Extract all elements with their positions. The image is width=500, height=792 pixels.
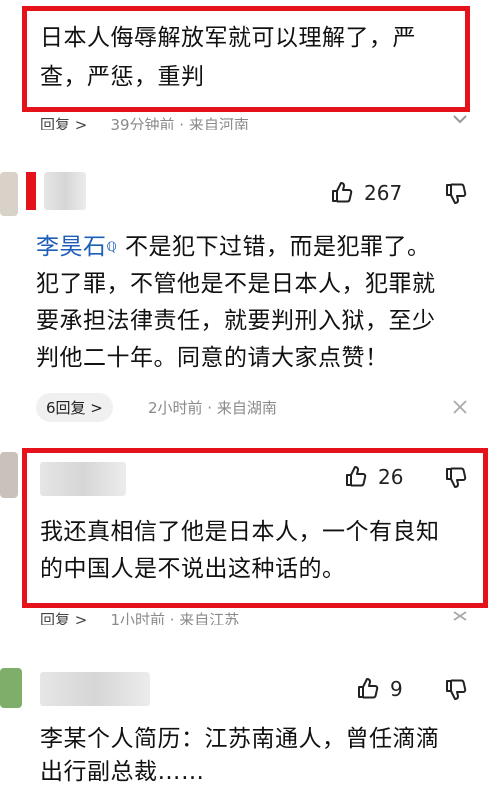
comment-4-text-line-2: 出行副总裁…… — [40, 759, 205, 785]
red-mark — [26, 172, 36, 210]
comment-1-meta-row: 回复 > 39分钟前 · 来自河南 — [40, 114, 420, 130]
more-icon[interactable] — [452, 399, 468, 415]
avatar[interactable] — [0, 668, 22, 708]
comment-1-text-line-1: 日本人侮辱解放军就可以理解了，严 — [40, 25, 416, 51]
comment-3-meta-row: 回复 > 1小时前 · 来自江苏 — [40, 609, 420, 625]
comment-1-meta: 39分钟前 · 来自河南 — [110, 116, 249, 130]
comment-2-line-1: 李昊石ℚ 不是犯下过错，而是犯罪了。 — [36, 229, 431, 266]
like-count: 26 — [378, 465, 404, 489]
search-icon[interactable]: ℚ — [107, 240, 118, 255]
replies-button[interactable]: 6回复 > — [36, 393, 113, 422]
comment-4-text-line-1: 李某个人简历：江苏南通人，曾任滴滴 — [40, 726, 440, 752]
like-icon[interactable] — [330, 180, 354, 204]
author-name[interactable]: 李昊石 — [36, 234, 107, 260]
dislike-icon[interactable] — [444, 678, 468, 702]
like-icon[interactable] — [356, 676, 380, 700]
more-icon[interactable] — [452, 114, 468, 126]
like-count: 267 — [364, 181, 403, 205]
dislike-icon[interactable] — [444, 466, 468, 490]
comment-2-line-3: 要承担法律责任，就要判刑入狱，至少 — [36, 308, 436, 334]
comment-2-line-2: 犯了罪，不管他是不是日本人，犯罪就 — [36, 271, 436, 297]
comment-1-text-line-2: 查，严惩，重判 — [40, 64, 205, 90]
more-icon[interactable] — [452, 610, 468, 622]
comment-2-meta: 2小时前 · 来自湖南 — [148, 399, 277, 417]
like-icon[interactable] — [344, 464, 368, 488]
avatar[interactable] — [0, 452, 18, 498]
comment-2-text-inline: 不是犯下过错，而是犯罪了。 — [125, 234, 431, 260]
comment-3-reply-button[interactable]: 回复 > — [40, 611, 87, 625]
username-blurred — [40, 672, 150, 706]
username-blurred — [40, 462, 126, 496]
like-count: 9 — [390, 677, 403, 701]
comment-1-reply-button[interactable]: 回复 > — [40, 116, 87, 130]
comment-3-text-line-2: 的中国人是不说出这种话的。 — [40, 556, 346, 582]
dislike-icon[interactable] — [444, 182, 468, 206]
username-blurred — [44, 172, 86, 210]
avatar[interactable] — [0, 172, 18, 216]
comment-2-line-4: 判他二十年。同意的请大家点赞！ — [36, 345, 389, 371]
comment-3-text-line-1: 我还真相信了他是日本人，一个有良知 — [40, 519, 440, 545]
comment-3-meta: 1小时前 · 来自江苏 — [110, 611, 240, 625]
